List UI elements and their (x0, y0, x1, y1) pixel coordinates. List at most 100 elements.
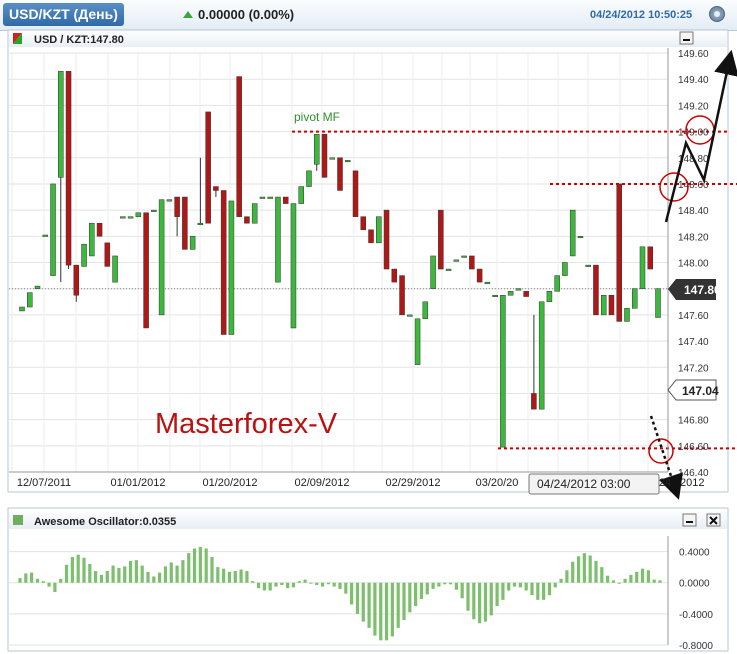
oscillator-bar (582, 553, 586, 583)
candle (368, 229, 374, 244)
candle (376, 216, 382, 244)
oscillator-bar (204, 548, 208, 583)
oscillator-bar (332, 582, 336, 587)
oscillator-bar (547, 582, 552, 596)
oscillator-bar (350, 582, 354, 605)
oscillator-bar (425, 582, 429, 595)
candle (81, 243, 87, 267)
oscillator-bar (600, 567, 604, 583)
candle (189, 236, 196, 250)
oscillator-bar (262, 582, 266, 591)
oscillator-bar (59, 578, 63, 583)
oscillator-bar (210, 557, 214, 583)
oscillator-bar (530, 582, 534, 596)
candle (166, 199, 173, 202)
date-tick-label: 02/09/2012 (294, 477, 349, 489)
oscillator-bar (338, 582, 342, 589)
oscillator-bar (18, 578, 22, 583)
oscillator-bar (123, 566, 127, 583)
candle (476, 268, 483, 283)
oscillator-bar (222, 568, 226, 583)
oscillator-bar (309, 582, 313, 584)
candle (135, 212, 142, 217)
oscillator-bar (606, 575, 610, 583)
candle (34, 285, 41, 289)
svg-text:147.80: 147.80 (684, 283, 721, 297)
oscillator-tick-label: 0.4000 (679, 548, 710, 559)
oscillator-minimize-icon[interactable] (682, 513, 697, 527)
candle (523, 291, 529, 297)
oscillator-legend-icon (13, 515, 23, 525)
oscillator-bar (640, 568, 645, 583)
candle (639, 246, 646, 289)
oscillator-bar (611, 580, 616, 583)
oscillator-bar (355, 582, 360, 614)
oscillator-bar (576, 556, 581, 583)
oscillator-bar (460, 582, 464, 599)
candle (96, 222, 103, 237)
price-tick-label: 147.20 (678, 363, 709, 374)
candle (65, 71, 72, 270)
oscillator-bar (274, 582, 278, 587)
oscillator-bar (326, 582, 330, 585)
oscillator-bar (53, 582, 57, 593)
oscillator-bar (559, 578, 563, 583)
oscillator-bar (140, 565, 144, 583)
oscillator-bar (286, 582, 290, 589)
candle (50, 183, 56, 276)
oscillator-bar (658, 580, 662, 583)
price-tick-label: 146.60 (678, 442, 709, 453)
candle (151, 209, 157, 212)
oscillator-bar (175, 565, 179, 583)
candle (407, 314, 413, 317)
candle (321, 133, 328, 178)
oscillator-bar (320, 582, 325, 587)
date-tick-label: 03/20/20 (476, 477, 519, 489)
price-tick-label: 148.40 (678, 206, 709, 217)
oscillator-bar (239, 569, 243, 583)
chart-canvas: USD / KZT:147.80 149.60 149.40 149.20 149.0… (7, 29, 737, 652)
candle (507, 291, 514, 296)
candle (554, 275, 560, 292)
candle (282, 196, 289, 204)
minimize-icon[interactable] (679, 31, 694, 45)
oscillator-bar (466, 582, 470, 611)
oscillator-bar (94, 571, 98, 583)
oscillator-bar (472, 582, 476, 620)
oscillator-bar (553, 582, 557, 588)
oscillator-bar (361, 582, 365, 622)
oscillator-bar (431, 582, 435, 589)
oscillator-bar (88, 564, 92, 583)
candle (306, 170, 312, 187)
watermark-text: Masterforex-V (155, 408, 338, 440)
candle (515, 288, 522, 291)
oscillator-bar (158, 572, 162, 583)
oscillator-bar (617, 582, 621, 584)
candle (616, 183, 622, 322)
price-panel-title: USD / KZT:147.80 (34, 34, 124, 46)
oscillator-bar (47, 582, 51, 587)
candle (422, 301, 429, 320)
oscillator-bar (233, 571, 237, 583)
candle (182, 196, 188, 250)
candle (244, 216, 250, 224)
price-tick-label: 148.00 (678, 259, 709, 270)
oscillator-bar (117, 567, 121, 583)
oscillator-bar (251, 581, 255, 583)
candle (469, 255, 475, 270)
candle (345, 160, 351, 163)
oscillator-bar (291, 582, 296, 588)
oscillator-bar (146, 571, 150, 583)
last-date-fragment: 24 (659, 477, 671, 489)
oscillator-bar (105, 571, 109, 583)
candle (220, 190, 227, 335)
candle (624, 308, 630, 322)
oscillator-bar (629, 574, 633, 583)
date-tick-label: 02/29/2012 (385, 477, 440, 489)
last-price-label: 147.80 (668, 279, 721, 300)
oscillator-bar (507, 582, 511, 591)
candle (337, 157, 343, 191)
oscillator-bar (594, 560, 598, 583)
oscillator-bar (70, 557, 74, 583)
oscillator-bar (483, 582, 488, 622)
